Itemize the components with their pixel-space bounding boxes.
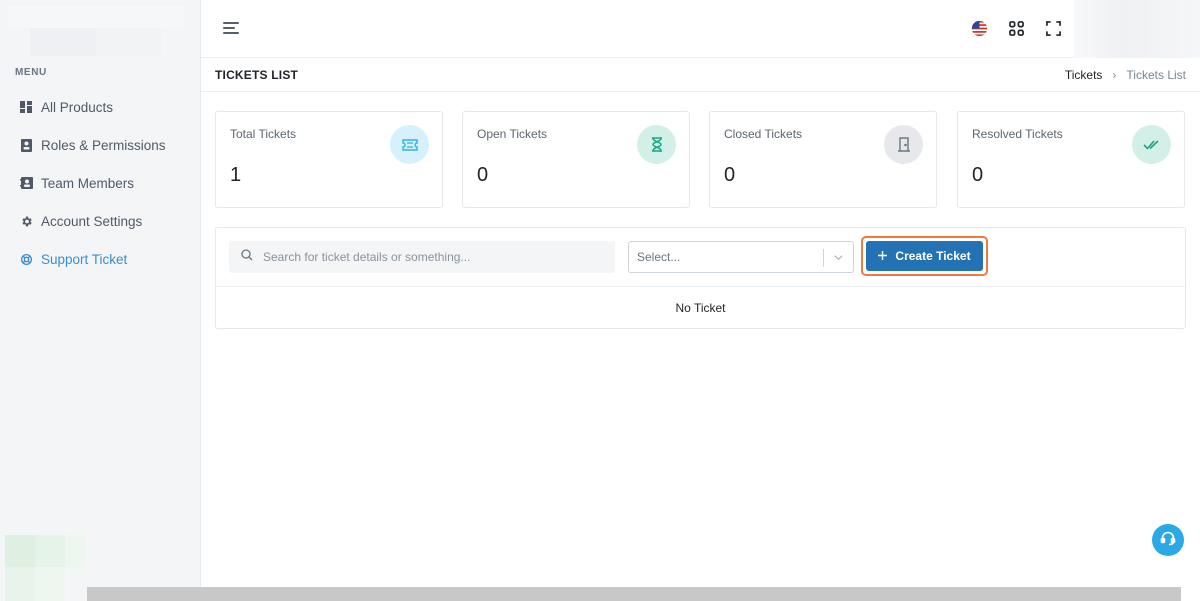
- search-box: [229, 241, 615, 273]
- stat-value: 0: [477, 164, 489, 186]
- stat-value: 0: [724, 164, 736, 186]
- breadcrumb-link-tickets[interactable]: Tickets: [1065, 68, 1103, 82]
- chevron-down-icon[interactable]: [833, 252, 844, 266]
- stat-value: 1: [230, 164, 242, 186]
- hourglass-icon: [637, 125, 676, 164]
- contacts-book-icon: [19, 176, 33, 190]
- horizontal-scrollbar[interactable]: [87, 587, 1181, 601]
- stat-card-open-tickets: Open Tickets 0: [462, 111, 690, 208]
- headset-icon: [1160, 530, 1176, 551]
- sidebar-item-account-settings[interactable]: Account Settings: [0, 206, 200, 236]
- select-placeholder: Select...: [637, 250, 681, 264]
- breadcrumb-separator: ›: [1112, 68, 1117, 82]
- apps-grid-icon[interactable]: [1005, 17, 1027, 39]
- select-divider: [823, 249, 824, 267]
- divider: [216, 286, 1185, 287]
- sidebar-item-label: Roles & Permissions: [41, 137, 166, 153]
- sidebar: MENU All Products Roles & Permissions Te…: [0, 0, 201, 601]
- us-flag-icon[interactable]: [968, 17, 990, 39]
- stat-card-closed-tickets: Closed Tickets 0: [709, 111, 937, 208]
- sidebar-item-label: All Products: [41, 99, 114, 115]
- stat-label: Resolved Tickets: [972, 127, 1063, 141]
- topbar: [201, 0, 1200, 58]
- stat-value: 0: [972, 164, 984, 186]
- double-check-icon: [1132, 125, 1171, 164]
- sidebar-item-label: Account Settings: [41, 213, 143, 229]
- status-select[interactable]: Select...: [628, 241, 854, 273]
- gear-icon: [19, 214, 33, 228]
- breadcrumb: Tickets › Tickets List: [1065, 68, 1186, 82]
- hamburger-menu-icon[interactable]: [223, 21, 241, 35]
- sidebar-item-label: Team Members: [41, 175, 135, 191]
- sidebar-item-support-ticket[interactable]: Support Ticket: [0, 244, 200, 274]
- stat-label: Open Tickets: [477, 127, 548, 141]
- stat-card-resolved-tickets: Resolved Tickets 0: [957, 111, 1185, 208]
- door-icon: [884, 125, 923, 164]
- sidebar-item-label: Support Ticket: [41, 251, 128, 267]
- ticket-list-panel: Select... Create Ticket No Ticket: [215, 227, 1186, 329]
- sidebar-item-team-members[interactable]: Team Members: [0, 168, 200, 198]
- empty-state-message: No Ticket: [675, 301, 726, 315]
- search-input[interactable]: [263, 250, 603, 264]
- plus-icon: [878, 249, 888, 263]
- create-ticket-button[interactable]: Create Ticket: [866, 241, 983, 271]
- page-title-bar: TICKETS LIST Tickets › Tickets List: [201, 58, 1200, 92]
- user-profile[interactable]: [1074, 0, 1200, 58]
- search-icon: [241, 248, 253, 266]
- stat-card-total-tickets: Total Tickets 1: [215, 111, 443, 208]
- logo[interactable]: [8, 6, 184, 56]
- id-badge-icon: [19, 138, 33, 152]
- breadcrumb-current: Tickets List: [1126, 68, 1186, 82]
- support-chat-button[interactable]: [1152, 524, 1184, 556]
- page-title: TICKETS LIST: [215, 68, 299, 82]
- lifebuoy-icon: [19, 252, 33, 266]
- sidebar-item-roles-permissions[interactable]: Roles & Permissions: [0, 130, 200, 160]
- fullscreen-icon[interactable]: [1042, 17, 1064, 39]
- stat-label: Closed Tickets: [724, 127, 803, 141]
- stat-label: Total Tickets: [230, 127, 297, 141]
- ticket-icon: [390, 125, 429, 164]
- dashboard-grid-icon: [19, 100, 33, 114]
- sidebar-item-all-products[interactable]: All Products: [0, 92, 200, 122]
- menu-heading: MENU: [15, 67, 47, 78]
- sidebar-footer-image: [5, 535, 85, 601]
- create-ticket-label: Create Ticket: [895, 249, 971, 263]
